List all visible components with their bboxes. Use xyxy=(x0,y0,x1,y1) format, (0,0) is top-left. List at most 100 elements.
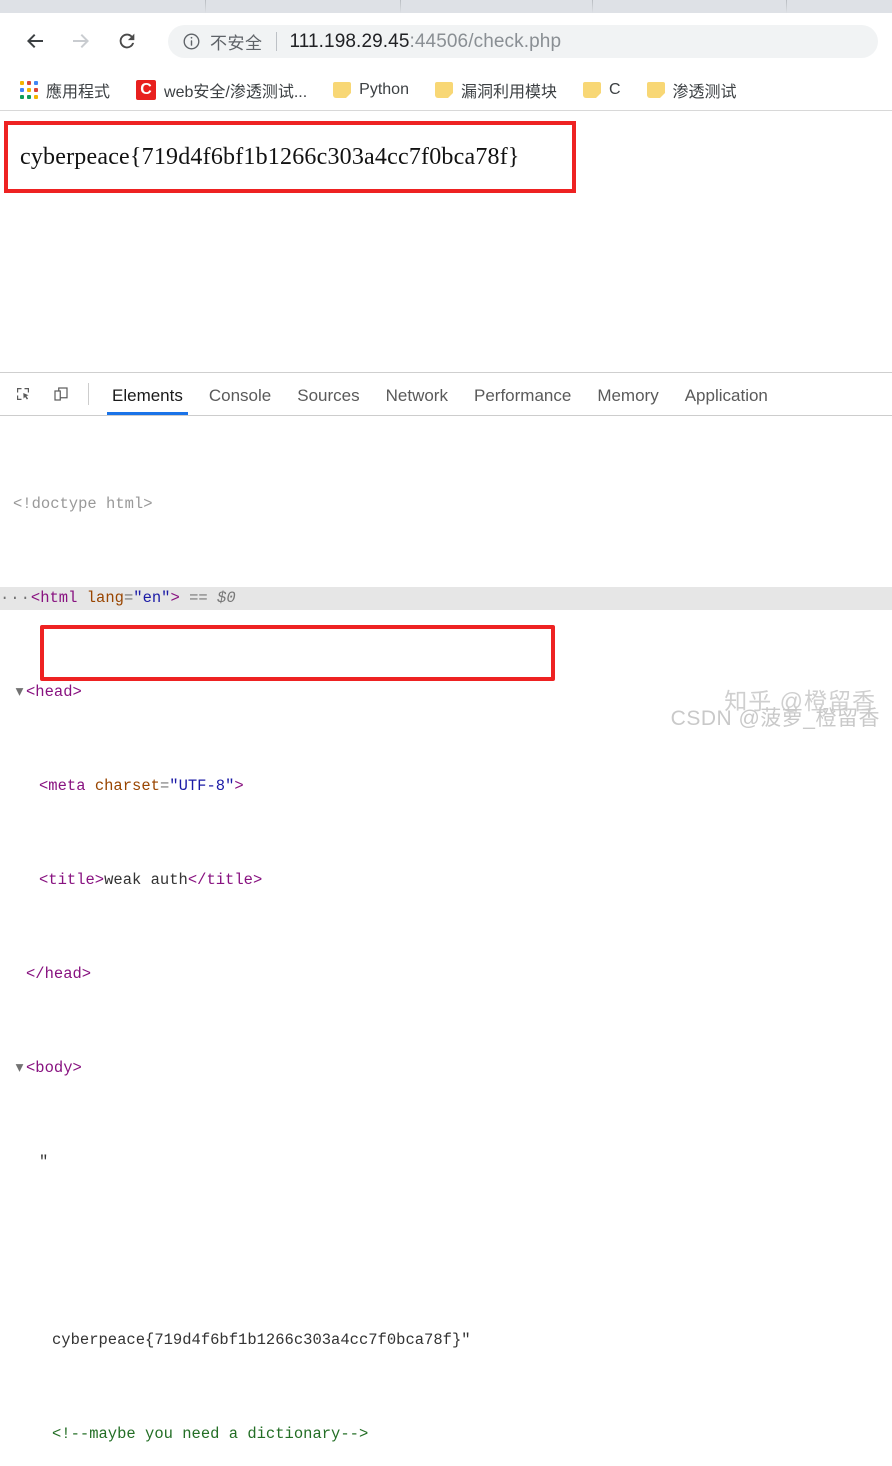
tab-separator xyxy=(205,0,206,13)
bookmark-exploit-modules[interactable]: 漏洞利用模块 xyxy=(429,76,563,104)
bookmarks-bar: 應用程式 C web安全/渗透测试... Python 漏洞利用模块 C 渗透测… xyxy=(0,70,892,110)
forward-button[interactable] xyxy=(64,24,98,58)
title-close-tag: </title> xyxy=(188,871,262,889)
bookmark-pentest[interactable]: 渗透测试 xyxy=(641,76,743,104)
tree-indent xyxy=(0,775,13,799)
bookmark-label: Python xyxy=(359,81,409,99)
dom-row-doctype[interactable]: <!doctype html> xyxy=(0,493,892,517)
tree-indent xyxy=(0,1423,13,1447)
dom-row-head[interactable]: ▾<head> xyxy=(0,681,892,705)
text-node-quote: " xyxy=(39,1153,48,1171)
bookmark-label: web安全/渗透测试... xyxy=(164,78,307,102)
omnibox-divider xyxy=(276,32,277,51)
tab-application[interactable]: Application xyxy=(672,374,781,415)
folder-icon xyxy=(333,82,351,98)
collapse-triangle-icon[interactable]: ▾ xyxy=(13,681,26,705)
html-open-tag: <html xyxy=(31,589,78,607)
meta-close-bracket: > xyxy=(234,777,243,795)
meta-charset-value: "UTF-8" xyxy=(169,777,234,795)
dom-row-html[interactable]: ···<html lang="en"> == $0 xyxy=(0,587,892,611)
html-close-bracket: > xyxy=(170,589,179,607)
bookmark-label: C xyxy=(609,81,621,99)
tab-memory[interactable]: Memory xyxy=(584,374,671,415)
tree-indent xyxy=(0,1329,13,1353)
security-status-label: 不安全 xyxy=(210,29,263,54)
head-open-tag: <head> xyxy=(26,683,82,701)
bookmark-label: 渗透测试 xyxy=(673,78,737,102)
page-viewport: cyberpeace{719d4f6bf1b1266c303a4cc7f0bca… xyxy=(0,110,892,373)
bookmark-apps[interactable]: 應用程式 xyxy=(14,76,116,104)
tree-indent xyxy=(13,869,26,893)
expand-dots-icon[interactable]: ··· xyxy=(0,589,31,607)
folder-icon xyxy=(435,82,453,98)
space xyxy=(77,589,86,607)
space xyxy=(86,777,95,795)
tab-sources[interactable]: Sources xyxy=(284,374,372,415)
tree-indent xyxy=(26,1329,39,1353)
device-toolbar-icon[interactable] xyxy=(46,379,76,409)
dom-row-quote[interactable]: " xyxy=(0,1151,892,1175)
apps-grid-icon xyxy=(20,81,38,99)
dom-row-comment[interactable]: <!--maybe you need a dictionary--> xyxy=(0,1423,892,1447)
dom-tree[interactable]: <!doctype html> ···<html lang="en"> == $… xyxy=(0,416,892,1466)
url-host: 111.198.29.45 xyxy=(290,31,410,52)
info-circle-icon[interactable] xyxy=(182,32,201,51)
dom-row-meta[interactable]: <meta charset="UTF-8"> xyxy=(0,775,892,799)
html-lang-value: "en" xyxy=(133,589,170,607)
body-open-tag: <body> xyxy=(26,1059,82,1077)
tab-separator xyxy=(400,0,401,13)
doctype-text: <!doctype html> xyxy=(13,495,153,513)
dom-row-spacer xyxy=(0,1245,892,1259)
collapse-triangle-icon[interactable]: ▾ xyxy=(13,1057,26,1081)
bookmark-label: 漏洞利用模块 xyxy=(461,78,557,102)
url-display[interactable]: 111.198.29.45:44506/check.php xyxy=(290,31,562,53)
tree-indent xyxy=(0,681,13,705)
tab-network[interactable]: Network xyxy=(373,374,461,415)
bookmark-label: 應用程式 xyxy=(46,78,110,102)
tree-indent xyxy=(39,1423,52,1447)
head-close-tag: </head> xyxy=(26,965,91,983)
tree-indent xyxy=(13,775,26,799)
dom-row-title[interactable]: <title>weak auth</title> xyxy=(0,869,892,893)
bookmark-web-security[interactable]: C web安全/渗透测试... xyxy=(130,76,313,104)
tree-indent xyxy=(13,1329,26,1353)
dom-row-flag-text[interactable]: cyberpeace{719d4f6bf1b1266c303a4cc7f0bca… xyxy=(0,1329,892,1353)
meta-charset-attr: charset xyxy=(95,777,160,795)
browser-tab-strip[interactable] xyxy=(0,0,892,14)
title-open-tag: <title> xyxy=(39,871,104,889)
tab-performance[interactable]: Performance xyxy=(461,374,584,415)
title-text: weak auth xyxy=(104,871,188,889)
tree-indent xyxy=(26,1423,39,1447)
bookmark-c[interactable]: C xyxy=(577,76,627,104)
space xyxy=(180,589,189,607)
dom-row-head-close[interactable]: </head> xyxy=(0,963,892,987)
tree-indent xyxy=(39,1329,52,1353)
tree-indent xyxy=(26,1151,39,1175)
tree-indent xyxy=(13,1423,26,1447)
tree-indent xyxy=(13,1151,26,1175)
meta-tag: <meta xyxy=(39,777,86,795)
bookmark-python[interactable]: Python xyxy=(327,76,415,104)
back-arrow-icon xyxy=(23,29,47,53)
tree-indent xyxy=(0,1151,13,1175)
dom-row-body[interactable]: ▾<body> xyxy=(0,1057,892,1081)
inspect-element-icon[interactable] xyxy=(8,379,38,409)
tab-elements[interactable]: Elements xyxy=(99,374,196,415)
tree-indent xyxy=(0,963,13,987)
tree-indent xyxy=(0,493,13,517)
devtools-toolbar: Elements Console Sources Network Perform… xyxy=(0,373,892,416)
omnibox[interactable]: 不安全 111.198.29.45:44506/check.php xyxy=(168,25,878,58)
tab-console[interactable]: Console xyxy=(196,374,284,415)
reload-icon xyxy=(116,30,138,52)
back-button[interactable] xyxy=(18,24,52,58)
tab-separator xyxy=(592,0,593,13)
dom-flag-text: cyberpeace{719d4f6bf1b1266c303a4cc7f0bca… xyxy=(52,1331,471,1349)
equals-sign: = xyxy=(124,589,133,607)
tree-indent xyxy=(0,1057,13,1081)
reload-button[interactable] xyxy=(110,24,144,58)
toolbar-divider xyxy=(88,383,89,405)
devtools-panel: Elements Console Sources Network Perform… xyxy=(0,372,892,734)
folder-icon xyxy=(647,82,665,98)
equals-sign: = xyxy=(160,777,169,795)
tree-indent xyxy=(26,775,39,799)
